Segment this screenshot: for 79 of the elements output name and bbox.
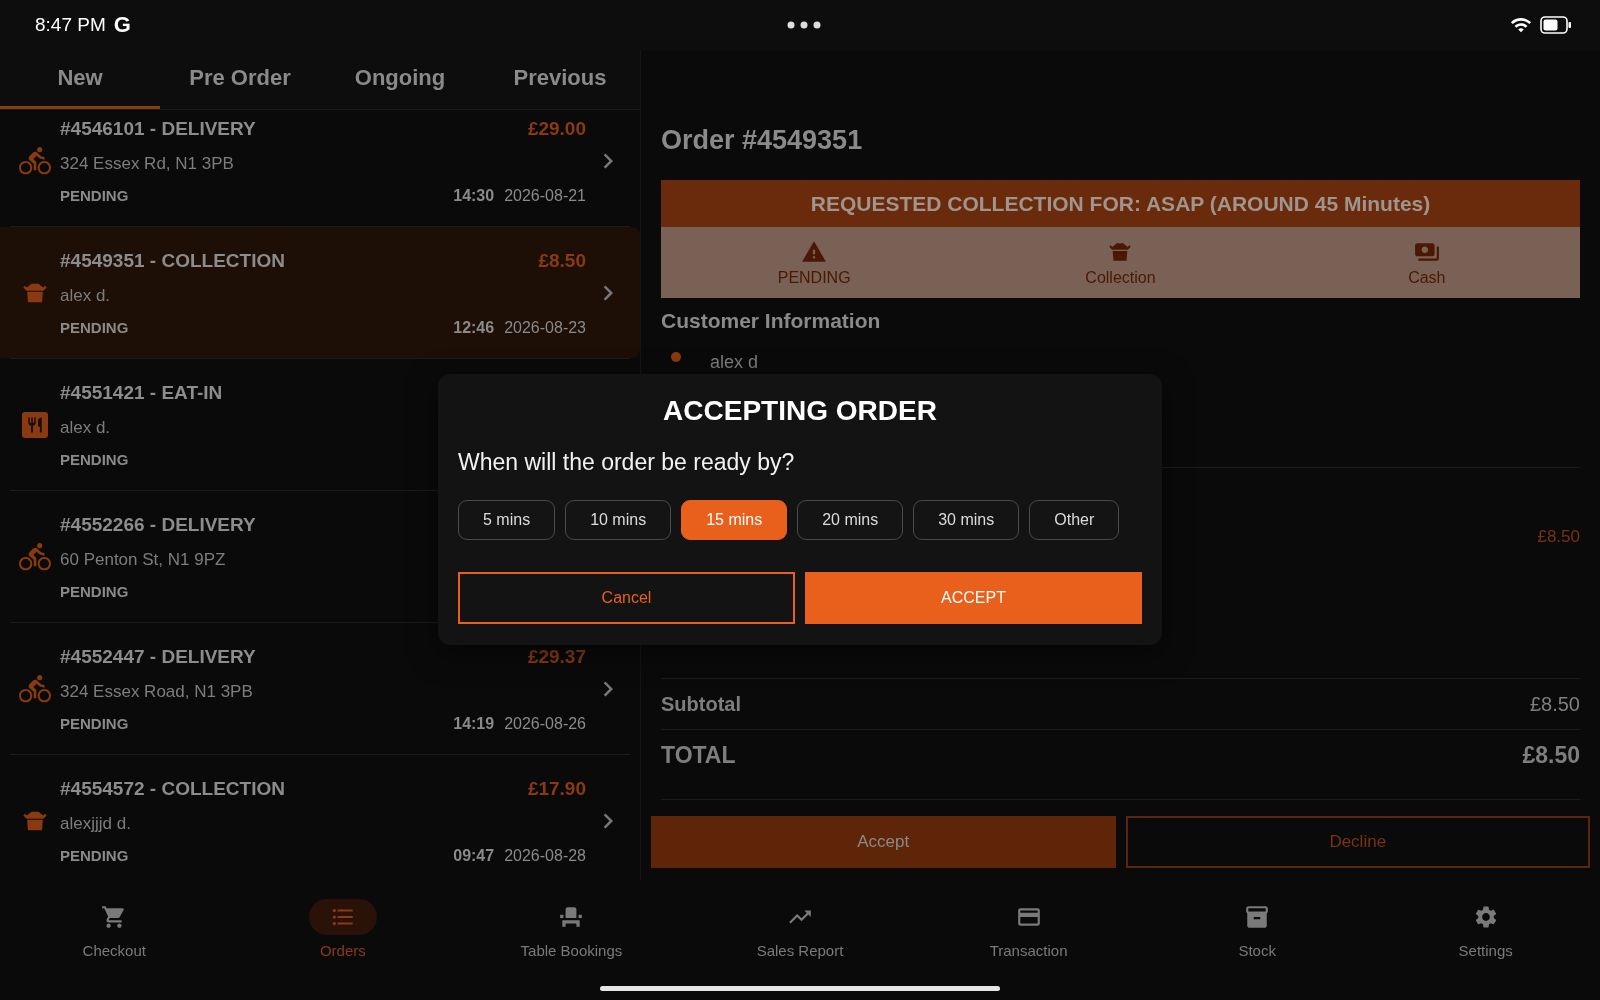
order-title: #4551421 - EAT-IN: [60, 381, 223, 405]
order-time: 12:46: [453, 319, 495, 337]
nav-item[interactable]: Table Bookings: [457, 880, 686, 975]
order-row[interactable]: #4549351 - COLLECTION £8.50 alex d. PENDING 12:46 2026-08-23: [0, 227, 640, 358]
order-price: £29.37: [527, 645, 586, 669]
time-option-chip[interactable]: 20 mins: [797, 500, 904, 540]
order-time: 09:47: [453, 847, 495, 865]
order-detail: alexjjjd d.: [60, 813, 131, 835]
info-label: Collection: [1085, 268, 1156, 287]
order-price: £8.50: [538, 249, 586, 273]
order-title: #4552447 - DELIVERY: [60, 645, 256, 669]
total-label: TOTAL: [661, 741, 736, 770]
order-status: PENDING: [60, 319, 129, 337]
time-option-chip[interactable]: Other: [1029, 500, 1120, 540]
order-heading: Order #4549351: [661, 124, 863, 157]
accept-button[interactable]: Accept: [651, 816, 1116, 868]
nav-item[interactable]: Transaction: [914, 880, 1143, 975]
tab[interactable]: Pre Order: [160, 50, 320, 109]
customer-name: alex d: [710, 352, 759, 372]
nav-item[interactable]: Settings: [1371, 880, 1600, 975]
bicycle-icon: [19, 673, 51, 705]
order-date: 2026-08-26: [504, 715, 586, 733]
time-option-chip[interactable]: 5 mins: [458, 500, 556, 540]
time-option-chip[interactable]: 15 mins: [681, 500, 788, 540]
order-status: PENDING: [60, 187, 129, 205]
order-detail: alex d.: [60, 285, 111, 307]
order-title: #4546101 - DELIVERY: [60, 117, 256, 141]
order-status: PENDING: [60, 583, 129, 601]
dialog-title: ACCEPTING ORDER: [663, 394, 937, 428]
tab[interactable]: New: [0, 50, 160, 109]
archive-box-icon: [1244, 904, 1271, 930]
nav-item[interactable]: Stock: [1142, 880, 1372, 975]
nav-item[interactable]: Checkout: [0, 880, 229, 975]
time-option-chip[interactable]: 30 mins: [913, 500, 1020, 540]
order-time: 14:30: [453, 187, 495, 205]
item-price: £8.50: [1537, 527, 1580, 547]
cancel-button[interactable]: Cancel: [458, 572, 795, 624]
cutlery-icon: [22, 412, 48, 438]
accept-button[interactable]: ACCEPT: [805, 572, 1142, 624]
subtotal-label: Subtotal: [661, 692, 741, 717]
order-row[interactable]: #4546101 - DELIVERY £29.00 324 Essex Rd, N1 3PB PENDING 14:30 2026-08-21: [0, 110, 640, 226]
order-price: £29.00: [527, 117, 586, 141]
subtotal-value: £8.50: [1529, 692, 1580, 717]
order-date: 2026-08-21: [504, 187, 586, 205]
customer-heading: Customer Information: [661, 309, 881, 333]
nav-item[interactable]: Sales Report: [685, 880, 915, 975]
order-detail: 324 Essex Rd, N1 3PB: [60, 153, 234, 175]
order-price: £17.90: [527, 777, 586, 801]
bicycle-icon: [19, 145, 51, 177]
order-row[interactable]: #4552447 - DELIVERY £29.37 324 Essex Road, N1 3PB PENDING 14:19 2026-08-26: [0, 623, 640, 754]
more-dots-icon[interactable]: [786, 21, 821, 29]
time-option-chip[interactable]: 10 mins: [565, 500, 672, 540]
collection-banner: REQUESTED COLLECTION FOR: ASAP (AROUND 45 Minutes): [661, 180, 1580, 227]
notification-icon: G: [113, 14, 131, 36]
dialog-question: When will the order be ready by?: [458, 449, 795, 475]
list-icon: [308, 899, 377, 935]
order-status: PENDING: [60, 451, 129, 469]
bicycle-icon: [19, 541, 51, 573]
order-status: PENDING: [60, 715, 129, 733]
order-row[interactable]: #4554572 - COLLECTION £17.90 alexjjjd d. PENDING 09:47 2026-08-28: [0, 755, 640, 880]
order-detail: 60 Penton St, N1 9PZ: [60, 549, 226, 571]
order-title: #4552266 - DELIVERY: [60, 513, 256, 537]
order-date: 2026-08-23: [504, 319, 586, 337]
status-time: 8:47 PM: [35, 14, 106, 36]
order-date: 2026-08-28: [504, 847, 586, 865]
total-value: £8.50: [1522, 741, 1580, 770]
order-detail: alex d.: [60, 417, 111, 439]
seat-icon: [558, 904, 585, 930]
info-label: Cash: [1408, 268, 1446, 287]
order-time: 14:19: [453, 715, 495, 733]
tab[interactable]: Ongoing: [320, 50, 480, 109]
order-detail: 324 Essex Road, N1 3PB: [60, 681, 253, 703]
order-status: PENDING: [60, 847, 129, 865]
person-dot-icon: [671, 352, 681, 362]
order-title: #4554572 - COLLECTION: [60, 777, 285, 801]
battery-icon: [1540, 16, 1572, 34]
info-label: PENDING: [777, 268, 851, 287]
tab[interactable]: Previous: [480, 50, 640, 109]
order-title: #4549351 - COLLECTION: [60, 249, 285, 273]
